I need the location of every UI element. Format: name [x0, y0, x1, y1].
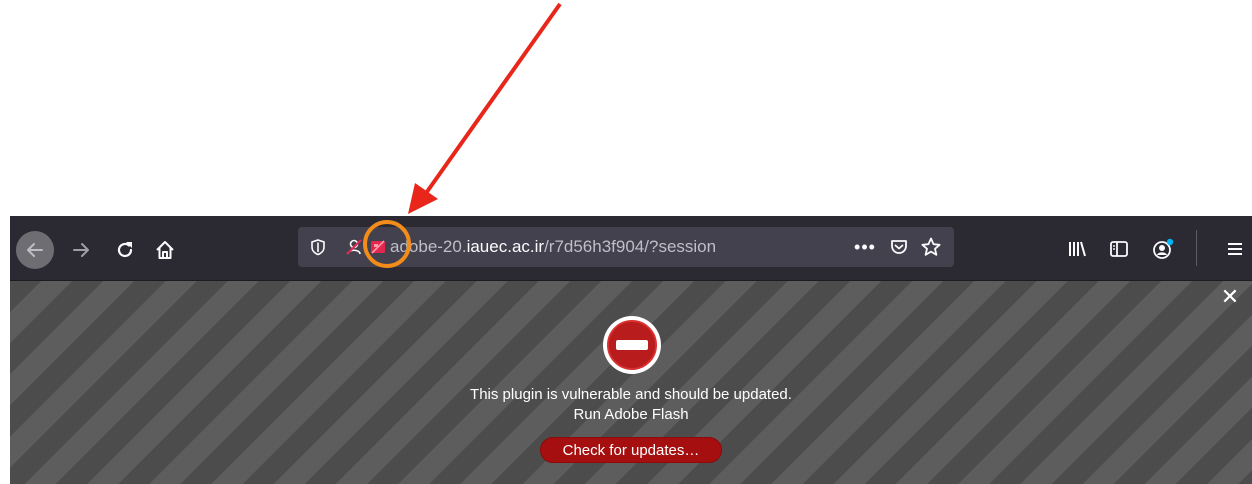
site-permissions-button[interactable] — [344, 237, 364, 257]
forward-button[interactable] — [64, 234, 98, 266]
back-arrow-icon — [27, 243, 43, 257]
toolbar-separator — [1196, 230, 1197, 266]
home-button[interactable] — [148, 234, 182, 266]
pocket-button[interactable] — [886, 235, 912, 259]
account-icon — [1153, 238, 1174, 259]
address-bar[interactable]: adobe-20.iauec.ac.ir/r7d56h3f904/?sessio… — [298, 227, 954, 267]
library-button[interactable] — [1062, 234, 1092, 264]
app-menu-button[interactable] — [1220, 234, 1250, 264]
pocket-icon — [891, 240, 907, 254]
reload-button[interactable] — [108, 234, 142, 266]
sidebar-icon — [1110, 241, 1128, 257]
library-icon — [1069, 241, 1086, 257]
hamburger-menu-icon — [1228, 243, 1242, 255]
tracking-protection-button[interactable] — [308, 237, 328, 257]
reload-icon — [117, 242, 133, 258]
page-actions-button[interactable]: ••• — [852, 235, 878, 259]
check-for-updates-button[interactable]: Check for updates… — [540, 437, 722, 463]
close-plugin-notice-button[interactable]: ✕ — [1220, 286, 1240, 308]
run-plugin-link[interactable]: Run Adobe Flash — [10, 405, 1252, 425]
plugin-placeholder: ✕ This plugin is vulnerable and should b… — [10, 281, 1252, 484]
url-subdomain: adobe-20. — [390, 237, 467, 256]
shield-icon — [311, 239, 325, 256]
bookmark-star-button[interactable] — [918, 235, 944, 259]
browser-window: adobe-20.iauec.ac.ir/r7d56h3f904/?sessio… — [10, 216, 1252, 484]
account-button[interactable] — [1148, 234, 1178, 264]
navigation-toolbar: adobe-20.iauec.ac.ir/r7d56h3f904/?sessio… — [10, 216, 1252, 281]
back-button[interactable] — [16, 231, 54, 269]
permissions-icon — [346, 239, 362, 255]
star-icon — [921, 237, 941, 256]
notification-dot — [1166, 238, 1174, 246]
url-text[interactable]: adobe-20.iauec.ac.ir/r7d56h3f904/?sessio… — [390, 236, 830, 258]
vulnerability-message: This plugin is vulnerable and should be … — [470, 386, 792, 403]
home-icon — [156, 241, 174, 259]
url-host: iauec.ac.ir — [466, 237, 545, 256]
blocked-plugin-button[interactable] — [368, 237, 388, 257]
forward-arrow-icon — [73, 243, 89, 257]
no-entry-icon — [603, 316, 661, 374]
url-path: /r7d56h3f904/?session — [544, 237, 717, 256]
annotation-arrow — [408, 2, 562, 214]
plugin-blocked-icon — [371, 240, 385, 254]
sidebar-button[interactable] — [1104, 234, 1134, 264]
active-tab-strip — [482, 216, 822, 219]
